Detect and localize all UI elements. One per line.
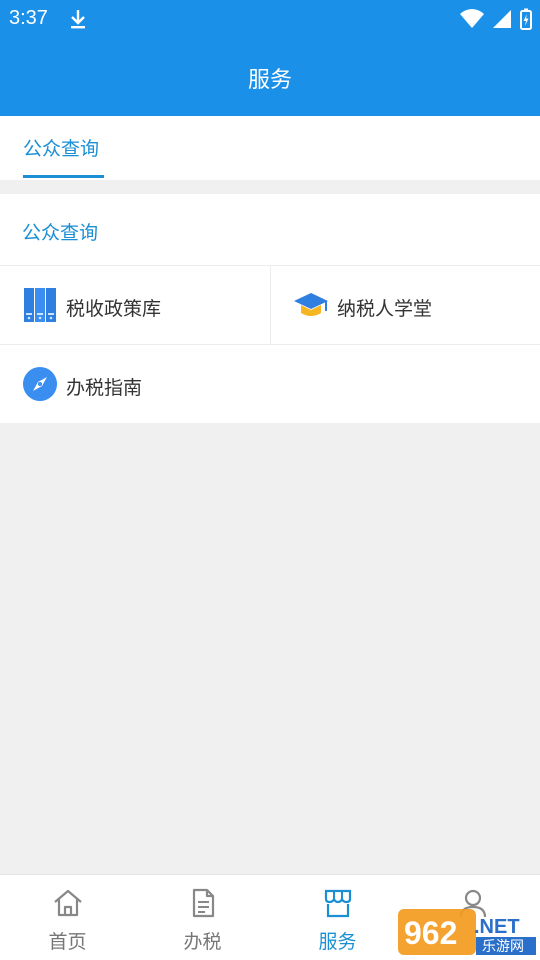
service-grid: 税收政策库 纳税人学堂 办税指南 [0, 265, 540, 423]
battery-icon [520, 8, 532, 30]
document-icon [192, 888, 215, 918]
public-query-section: 公众查询 税收政策库 纳税人学堂 办税指南 [0, 194, 540, 423]
home-icon [54, 889, 82, 917]
nav-label: 首页 [48, 931, 87, 953]
app-header: 3:37 服务 [0, 0, 540, 116]
status-time: 3:37 [9, 7, 48, 29]
section-title: 公众查询 [22, 222, 99, 244]
compass-icon [23, 367, 57, 401]
svg-text:乐游网: 乐游网 [482, 939, 524, 955]
page: 3:37 服务 公众查询 公众查询 税收政策库 纳税人学堂 办税指南 首页 办税… [0, 0, 540, 960]
service-item-label: 纳税人学堂 [337, 298, 433, 320]
service-item-tax-guide[interactable]: 办税指南 [0, 345, 270, 423]
nav-item-tax[interactable]: 办税 [135, 875, 270, 960]
service-item-taxpayer-school[interactable]: 纳税人学堂 [270, 266, 540, 344]
page-title: 服务 [247, 68, 292, 93]
books-icon [24, 288, 56, 322]
tab-bar: 公众查询 [0, 116, 540, 180]
system-icons [460, 8, 532, 30]
svg-text:.NET: .NET [474, 916, 520, 938]
service-item-label: 办税指南 [66, 377, 143, 399]
store-icon [324, 889, 352, 918]
service-item-tax-policy[interactable]: 税收政策库 [0, 266, 270, 344]
graduation-cap-icon [294, 293, 328, 316]
watermark-logo: 962 .NET 乐游网 [398, 909, 536, 955]
nav-item-home[interactable]: 首页 [0, 875, 135, 960]
nav-item-service[interactable]: 服务 [270, 875, 405, 960]
tab-indicator [23, 175, 104, 178]
nav-label: 办税 [183, 931, 222, 953]
svg-text:962: 962 [404, 915, 457, 951]
grid-row: 办税指南 [0, 344, 540, 423]
grid-row: 税收政策库 纳税人学堂 [0, 265, 540, 344]
signal-icon [493, 10, 511, 28]
nav-label: 服务 [318, 931, 357, 953]
wifi-icon [460, 9, 484, 28]
tab-public-query[interactable]: 公众查询 [23, 134, 99, 161]
download-icon [71, 10, 85, 29]
status-bar: 3:37 [0, 0, 540, 38]
service-item-label: 税收政策库 [66, 298, 162, 320]
